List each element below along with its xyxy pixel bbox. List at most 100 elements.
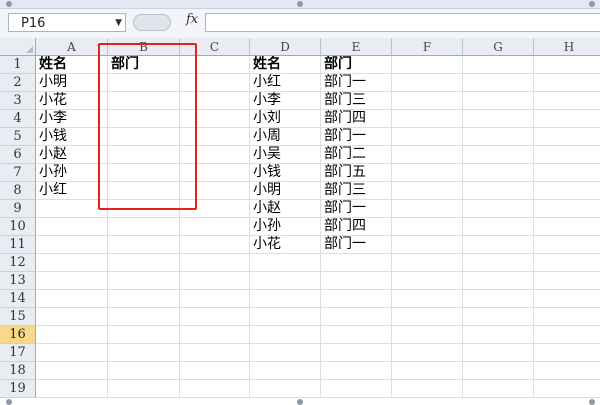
cell-f17[interactable] <box>392 344 463 362</box>
cell-f1[interactable] <box>392 56 463 74</box>
cell-c8[interactable] <box>180 182 250 200</box>
cell-g13[interactable] <box>463 272 534 290</box>
cell-d16[interactable] <box>250 326 321 344</box>
cell-b19[interactable] <box>108 380 180 398</box>
cell-d7[interactable]: 小钱 <box>250 164 321 182</box>
cell-f9[interactable] <box>392 200 463 218</box>
cell-a7[interactable]: 小孙 <box>36 164 108 182</box>
cell-d10[interactable]: 小孙 <box>250 218 321 236</box>
cell-d11[interactable]: 小花 <box>250 236 321 254</box>
resize-handle-icon[interactable] <box>297 399 303 405</box>
cell-d17[interactable] <box>250 344 321 362</box>
cell-a8[interactable]: 小红 <box>36 182 108 200</box>
cell-e17[interactable] <box>321 344 392 362</box>
column-header-d[interactable]: D <box>250 38 321 56</box>
cell-c10[interactable] <box>180 218 250 236</box>
cell-e4[interactable]: 部门四 <box>321 110 392 128</box>
cell-c9[interactable] <box>180 200 250 218</box>
cell-f18[interactable] <box>392 362 463 380</box>
cell-c2[interactable] <box>180 74 250 92</box>
cell-g16[interactable] <box>463 326 534 344</box>
row-header-9[interactable]: 9 <box>0 200 36 218</box>
column-header-a[interactable]: A <box>36 38 108 56</box>
cell-a10[interactable] <box>36 218 108 236</box>
cell-a6[interactable]: 小赵 <box>36 146 108 164</box>
cell-d15[interactable] <box>250 308 321 326</box>
formula-input[interactable] <box>205 13 600 32</box>
cell-d5[interactable]: 小周 <box>250 128 321 146</box>
cell-b17[interactable] <box>108 344 180 362</box>
row-header-8[interactable]: 8 <box>0 182 36 200</box>
cell-g14[interactable] <box>463 290 534 308</box>
cell-e8[interactable]: 部门三 <box>321 182 392 200</box>
cell-c17[interactable] <box>180 344 250 362</box>
cell-b2[interactable] <box>108 74 180 92</box>
cell-f12[interactable] <box>392 254 463 272</box>
cell-h10[interactable] <box>534 218 600 236</box>
column-header-h[interactable]: H <box>534 38 600 56</box>
row-header-17[interactable]: 17 <box>0 344 36 362</box>
cell-h7[interactable] <box>534 164 600 182</box>
cell-h16[interactable] <box>534 326 600 344</box>
row-header-2[interactable]: 2 <box>0 74 36 92</box>
cell-f3[interactable] <box>392 92 463 110</box>
cell-f14[interactable] <box>392 290 463 308</box>
cell-g8[interactable] <box>463 182 534 200</box>
cell-c7[interactable] <box>180 164 250 182</box>
cell-d18[interactable] <box>250 362 321 380</box>
cell-e7[interactable]: 部门五 <box>321 164 392 182</box>
cell-a1[interactable]: 姓名 <box>36 56 108 74</box>
cell-f2[interactable] <box>392 74 463 92</box>
cell-g12[interactable] <box>463 254 534 272</box>
cell-d4[interactable]: 小刘 <box>250 110 321 128</box>
cell-c1[interactable] <box>180 56 250 74</box>
cell-a13[interactable] <box>36 272 108 290</box>
row-header-16[interactable]: 16 <box>0 326 36 344</box>
cell-g6[interactable] <box>463 146 534 164</box>
row-header-11[interactable]: 11 <box>0 236 36 254</box>
cell-c16[interactable] <box>180 326 250 344</box>
cell-c6[interactable] <box>180 146 250 164</box>
cell-a18[interactable] <box>36 362 108 380</box>
row-header-14[interactable]: 14 <box>0 290 36 308</box>
cell-g17[interactable] <box>463 344 534 362</box>
cell-g9[interactable] <box>463 200 534 218</box>
cell-b6[interactable] <box>108 146 180 164</box>
cell-a12[interactable] <box>36 254 108 272</box>
cell-e19[interactable] <box>321 380 392 398</box>
cell-b5[interactable] <box>108 128 180 146</box>
cell-b14[interactable] <box>108 290 180 308</box>
cell-g11[interactable] <box>463 236 534 254</box>
cell-d12[interactable] <box>250 254 321 272</box>
cell-b3[interactable] <box>108 92 180 110</box>
cell-d8[interactable]: 小明 <box>250 182 321 200</box>
cell-c15[interactable] <box>180 308 250 326</box>
cell-a16[interactable] <box>36 326 108 344</box>
cell-e16[interactable] <box>321 326 392 344</box>
cell-h18[interactable] <box>534 362 600 380</box>
resize-handle-icon[interactable] <box>297 1 303 7</box>
cell-e10[interactable]: 部门四 <box>321 218 392 236</box>
cell-c5[interactable] <box>180 128 250 146</box>
cell-e14[interactable] <box>321 290 392 308</box>
cell-c4[interactable] <box>180 110 250 128</box>
cell-a2[interactable]: 小明 <box>36 74 108 92</box>
cell-h3[interactable] <box>534 92 600 110</box>
cell-d6[interactable]: 小吴 <box>250 146 321 164</box>
row-header-15[interactable]: 15 <box>0 308 36 326</box>
cell-h6[interactable] <box>534 146 600 164</box>
cell-h13[interactable] <box>534 272 600 290</box>
row-header-13[interactable]: 13 <box>0 272 36 290</box>
cell-c3[interactable] <box>180 92 250 110</box>
formula-bar-toggle-button[interactable] <box>133 14 171 31</box>
cell-g4[interactable] <box>463 110 534 128</box>
row-header-19[interactable]: 19 <box>0 380 36 398</box>
cell-d3[interactable]: 小李 <box>250 92 321 110</box>
row-header-1[interactable]: 1 <box>0 56 36 74</box>
cell-d13[interactable] <box>250 272 321 290</box>
resize-handle-icon[interactable] <box>589 1 595 7</box>
cell-e15[interactable] <box>321 308 392 326</box>
cell-h1[interactable] <box>534 56 600 74</box>
cell-b18[interactable] <box>108 362 180 380</box>
cell-h5[interactable] <box>534 128 600 146</box>
